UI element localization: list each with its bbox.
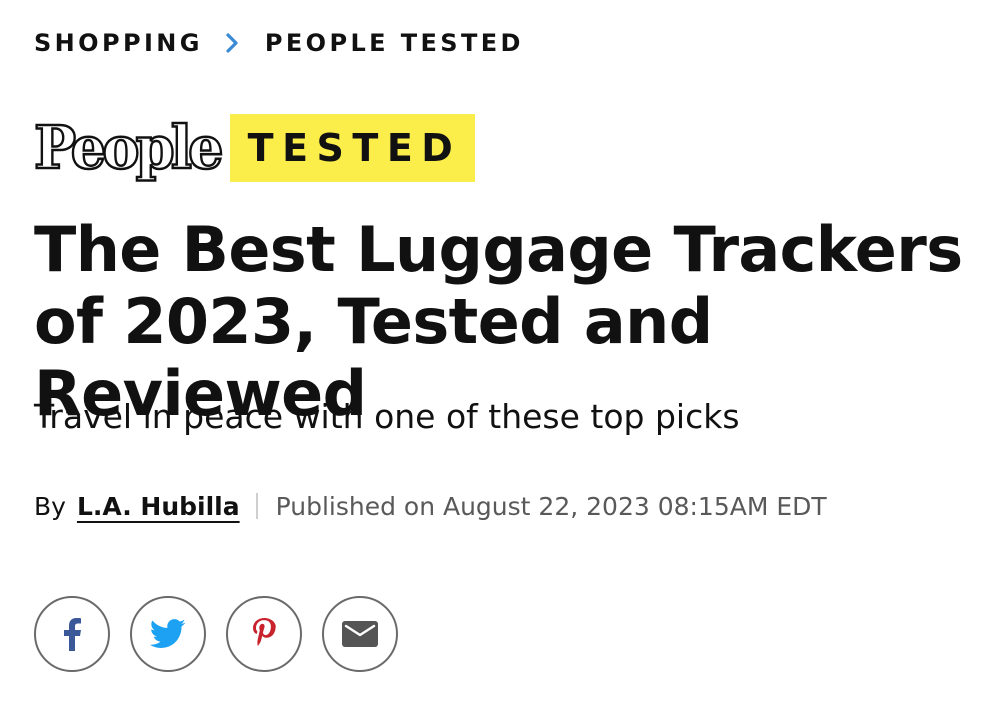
publish-date: Published on August 22, 2023 08:15AM EDT: [275, 491, 827, 521]
share-pinterest-button[interactable]: [226, 596, 302, 672]
breadcrumb-item-shopping[interactable]: SHOPPING: [34, 27, 203, 59]
people-tested-logo[interactable]: People TESTED: [33, 112, 476, 185]
share-email-button[interactable]: [322, 596, 398, 672]
byline-divider: [255, 493, 258, 519]
tested-badge: TESTED: [229, 114, 476, 182]
share-facebook-button[interactable]: [34, 596, 110, 672]
facebook-icon: [64, 618, 81, 651]
breadcrumb-item-people-tested[interactable]: PEOPLE TESTED: [265, 27, 524, 59]
byline: By L.A. Hubilla Published on August 22, …: [34, 488, 827, 524]
author-link[interactable]: L.A. Hubilla: [77, 492, 240, 521]
people-logo: People: [33, 112, 225, 185]
breadcrumb: SHOPPING PEOPLE TESTED: [34, 27, 524, 59]
share-twitter-button[interactable]: [130, 596, 206, 672]
pinterest-icon: [253, 618, 276, 646]
chevron-right-icon: [215, 27, 251, 59]
social-share-bar: [34, 596, 418, 672]
twitter-icon: [150, 619, 186, 648]
byline-prefix: By: [34, 491, 66, 521]
page-subtitle: Travel in peace with one of these top pi…: [34, 397, 740, 436]
tested-badge-label: TESTED: [247, 126, 462, 170]
email-icon: [342, 621, 378, 647]
